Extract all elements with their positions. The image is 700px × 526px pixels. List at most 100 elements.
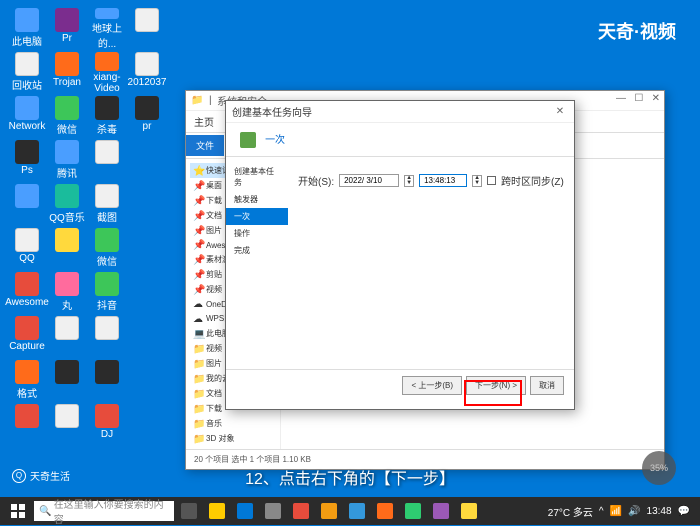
desktop-icon[interactable] — [128, 404, 166, 446]
taskbar-app[interactable] — [260, 499, 286, 523]
taskbar-app[interactable] — [428, 499, 454, 523]
desktop-icons-grid: 此电脑Pr地球上的... 回收站Trojanxiang-Video2012037 N… — [8, 8, 206, 490]
desktop-icon[interactable]: pr — [128, 96, 166, 138]
desktop-icon[interactable]: Ps — [8, 140, 46, 182]
wizard-content: 开始(S): ▲▼ ▲▼ 跨时区同步(Z) — [288, 157, 574, 369]
sync-label: 跨时区同步(Z) — [501, 173, 564, 188]
desktop-icon[interactable] — [88, 316, 126, 358]
desktop-icon[interactable] — [128, 228, 166, 270]
taskbar-app[interactable] — [316, 499, 342, 523]
desktop-icon[interactable]: xiang-Video — [88, 52, 126, 94]
clock[interactable]: 13:48 — [647, 506, 672, 517]
tutorial-subtitle: 12、点击右下角的【下一步】 — [245, 465, 455, 489]
file-button[interactable]: 文件 — [186, 135, 224, 156]
desktop-icon[interactable] — [48, 228, 86, 270]
volume-icon[interactable]: 🔊 — [628, 506, 640, 517]
wizard-nav-item[interactable]: 创建基本任务 — [226, 163, 288, 191]
close-icon[interactable]: ✕ — [552, 104, 568, 120]
taskbar-app[interactable] — [400, 499, 426, 523]
desktop-icon[interactable] — [88, 140, 126, 182]
system-tray[interactable]: 27°C 多云 ^ 📶 🔊 13:48 💬 — [548, 504, 696, 519]
watermark-bottom-left: Q 天奇生活 — [12, 468, 70, 483]
desktop-icon[interactable] — [48, 316, 86, 358]
desktop-icon[interactable] — [168, 8, 206, 50]
desktop-icon[interactable] — [128, 272, 166, 314]
desktop: 此电脑Pr地球上的... 回收站Trojanxiang-Video2012037 N… — [0, 0, 700, 525]
window-controls[interactable]: — ☐ ✕ — [616, 93, 660, 104]
desktop-icon[interactable] — [168, 52, 206, 94]
taskbar-app[interactable] — [456, 499, 482, 523]
desktop-icon[interactable]: 微信 — [48, 96, 86, 138]
desktop-icon[interactable]: 抖音 — [88, 272, 126, 314]
sidebar-item[interactable]: 📁3D 对象 — [190, 431, 276, 446]
desktop-icon[interactable]: 杀毒 — [88, 96, 126, 138]
back-button[interactable]: < 上一步(B) — [402, 376, 462, 395]
taskbar-search[interactable]: 🔍 在这里输入你要搜索的内容 — [34, 501, 174, 521]
desktop-icon[interactable] — [8, 404, 46, 446]
desktop-icon[interactable]: Pr — [48, 8, 86, 50]
desktop-icon[interactable]: 格式 — [8, 360, 46, 402]
desktop-icon[interactable] — [48, 404, 86, 446]
wizard-footer: < 上一步(B) 下一步(N) > 取消 — [226, 369, 574, 401]
wizard-nav-item[interactable]: 触发器 — [226, 191, 288, 208]
desktop-icon[interactable]: Trojan — [48, 52, 86, 94]
taskbar-app[interactable] — [232, 499, 258, 523]
weather-widget[interactable]: 27°C 多云 — [548, 504, 593, 519]
desktop-icon[interactable]: 微信 — [88, 228, 126, 270]
performance-gauge[interactable]: 35% — [642, 451, 676, 485]
logo-icon: Q — [12, 469, 26, 483]
desktop-icon[interactable] — [128, 140, 166, 182]
desktop-icon[interactable]: Capture — [8, 316, 46, 358]
sidebar-item[interactable]: 📁系统文件 — [190, 446, 276, 449]
desktop-icon[interactable] — [88, 360, 126, 402]
date-input[interactable] — [339, 174, 399, 187]
task-wizard-dialog: 创建基本任务向导 ✕ 一次 创建基本任务触发器一次操作完成 开始(S): ▲▼ … — [225, 100, 575, 410]
wizard-icon — [240, 132, 256, 148]
wizard-titlebar: 创建基本任务向导 ✕ — [226, 101, 574, 123]
date-spinner[interactable]: ▲▼ — [404, 175, 414, 187]
desktop-icon[interactable] — [48, 360, 86, 402]
tray-icon[interactable]: ^ — [599, 506, 604, 517]
desktop-icon[interactable]: QQ音乐 — [48, 184, 86, 226]
watermark-top-right: 天奇·视频 — [598, 18, 676, 44]
start-label: 开始(S): — [298, 173, 334, 188]
desktop-icon[interactable]: Awesome — [8, 272, 46, 314]
wizard-header: 一次 — [226, 123, 574, 157]
wizard-nav-item[interactable]: 操作 — [226, 225, 288, 242]
notification-icon[interactable]: 💬 — [678, 506, 690, 517]
taskbar-app[interactable] — [372, 499, 398, 523]
desktop-icon[interactable]: DJ — [88, 404, 126, 446]
taskbar-app[interactable] — [288, 499, 314, 523]
search-icon: 🔍 — [39, 506, 51, 517]
desktop-icon[interactable]: 此电脑 — [8, 8, 46, 50]
ribbon-tab[interactable]: 主页 — [194, 114, 214, 129]
desktop-icon[interactable]: 腾讯 — [48, 140, 86, 182]
taskbar: 🔍 在这里输入你要搜索的内容 27°C 多云 ^ 📶 🔊 13:48 💬 — [0, 497, 700, 525]
wizard-nav: 创建基本任务触发器一次操作完成 — [226, 157, 288, 369]
next-button[interactable]: 下一步(N) > — [466, 376, 526, 395]
desktop-icon[interactable]: 2012037 — [128, 52, 166, 94]
task-view-icon[interactable] — [176, 499, 202, 523]
desktop-icon[interactable] — [128, 360, 166, 402]
time-spinner[interactable]: ▲▼ — [472, 175, 482, 187]
taskbar-app[interactable] — [204, 499, 230, 523]
wizard-nav-item[interactable]: 完成 — [226, 242, 288, 259]
desktop-icon[interactable] — [128, 8, 166, 50]
time-input[interactable] — [419, 174, 467, 187]
sidebar-item[interactable]: 📁音乐 — [190, 416, 276, 431]
desktop-icon[interactable] — [8, 184, 46, 226]
desktop-icon[interactable]: Network — [8, 96, 46, 138]
desktop-icon[interactable]: 地球上的... — [88, 8, 126, 50]
start-button[interactable] — [4, 497, 32, 525]
wizard-nav-item[interactable]: 一次 — [226, 208, 288, 225]
desktop-icon[interactable] — [128, 316, 166, 358]
taskbar-app[interactable] — [344, 499, 370, 523]
desktop-icon[interactable]: 丸 — [48, 272, 86, 314]
wifi-icon[interactable]: 📶 — [610, 506, 622, 517]
desktop-icon[interactable]: 截图 — [88, 184, 126, 226]
desktop-icon[interactable]: QQ — [8, 228, 46, 270]
desktop-icon[interactable]: 回收站 — [8, 52, 46, 94]
sync-checkbox[interactable] — [487, 176, 496, 185]
desktop-icon[interactable] — [128, 184, 166, 226]
cancel-button[interactable]: 取消 — [530, 376, 564, 395]
